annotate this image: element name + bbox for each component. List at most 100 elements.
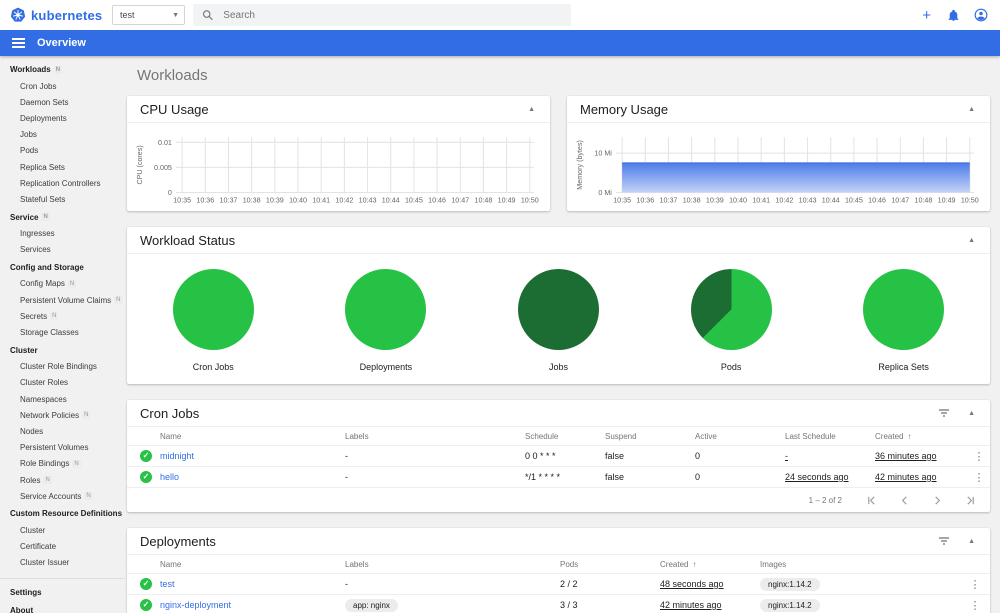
sidebar-item-persistent-volume-claims[interactable]: Persistent Volume Claims N — [0, 292, 125, 308]
last-page-button[interactable] — [965, 495, 976, 506]
sidebar-item-persistent-volumes[interactable]: Persistent Volumes — [0, 440, 125, 456]
svg-text:10:42: 10:42 — [775, 197, 793, 205]
pie-label: Cron Jobs — [192, 362, 234, 372]
column-header-labels: Labels — [345, 431, 369, 441]
sidebar-section-service[interactable]: Service N — [0, 208, 125, 226]
sidebar-item-services[interactable]: Services — [0, 242, 125, 258]
next-page-button[interactable] — [932, 495, 943, 506]
sidebar-item-service-accounts[interactable]: Service Accounts N — [0, 488, 125, 504]
filter-button[interactable] — [936, 533, 952, 549]
column-header-name[interactable]: Name — [160, 432, 345, 441]
sidebar-item-nodes[interactable]: Nodes — [0, 423, 125, 439]
sidebar-item-certificate[interactable]: Certificate — [0, 539, 125, 555]
search-input[interactable] — [223, 9, 562, 21]
sidebar-item-cluster-role-bindings[interactable]: Cluster Role Bindings — [0, 359, 125, 375]
column-header-suspend: Suspend — [605, 431, 637, 441]
sidebar-item-pods[interactable]: Pods — [0, 143, 125, 159]
svg-text:10:46: 10:46 — [428, 197, 446, 205]
schedule-cell: 0 0 * * * — [525, 451, 556, 461]
kubernetes-logo[interactable]: kubernetes — [0, 7, 112, 23]
sidebar-section-cluster[interactable]: Cluster — [0, 341, 125, 359]
charts-row: CPU Usage ▲ 0 0.005 0.01 10:35 10:36 10:37 10:… — [127, 96, 990, 211]
sidebar-item-role-bindings[interactable]: Role Bindings N — [0, 456, 125, 472]
images-cell: nginx:1.14.2 — [760, 598, 960, 612]
sidebar-item-storage-classes[interactable]: Storage Classes — [0, 324, 125, 340]
filter-button[interactable] — [936, 405, 952, 421]
namespace-select[interactable]: test ▼ — [112, 5, 185, 25]
sidebar-item-cluster-issuer[interactable]: Cluster Issuer — [0, 555, 125, 571]
search-icon — [202, 10, 213, 21]
card-title: CPU Usage — [140, 101, 209, 117]
active-cell: 0 — [695, 451, 701, 461]
svg-text:10:37: 10:37 — [660, 197, 678, 205]
row-menu-button[interactable]: ⋮ — [966, 579, 985, 591]
cpu-usage-card: CPU Usage ▲ 0 0.005 0.01 10:35 10:36 10:37 10:… — [127, 96, 550, 211]
collapse-button[interactable]: ▲ — [966, 235, 977, 246]
svg-text:10:40: 10:40 — [289, 197, 307, 205]
sidebar-item-jobs[interactable]: Jobs — [0, 127, 125, 143]
collapse-button[interactable]: ▲ — [526, 104, 537, 115]
topbar-actions: + — [920, 8, 1000, 23]
sidebar-section-workloads[interactable]: Workloads N — [0, 60, 125, 78]
first-page-icon — [868, 495, 875, 505]
svg-text:10 Mi: 10 Mi — [594, 150, 612, 158]
row-menu-button[interactable]: ⋮ — [970, 472, 989, 484]
chip: nginx:1.14.2 — [760, 598, 820, 612]
svg-text:10:49: 10:49 — [498, 197, 516, 205]
column-header-images: Images — [760, 559, 787, 569]
notifications-button[interactable] — [947, 9, 960, 22]
created-cell: 42 minutes ago — [875, 472, 968, 482]
sidebar-section-custom-resource-definitions[interactable]: Custom Resource Definitions — [0, 504, 125, 522]
row-menu-button[interactable]: ⋮ — [966, 600, 985, 612]
sidebar-item-cron-jobs[interactable]: Cron Jobs — [0, 78, 125, 94]
cron-jobs-card: Cron Jobs ▲ Name Labels Schedule Suspend Act… — [127, 400, 990, 512]
card-title: Deployments — [140, 533, 216, 549]
deployment-name-link[interactable]: test — [160, 579, 175, 589]
last-schedule-cell: - — [785, 451, 875, 461]
deployments-tbody: ✓ test - 2 / 2 48 seconds ago nginx:1.14.2 ⋮ ✓ n… — [127, 574, 990, 613]
svg-text:10:48: 10:48 — [474, 197, 492, 205]
sidebar-item-roles[interactable]: Roles N — [0, 472, 125, 488]
sidebar-item-settings[interactable]: Settings — [0, 583, 125, 601]
first-page-button[interactable] — [866, 495, 877, 506]
row-menu-button[interactable]: ⋮ — [970, 451, 989, 463]
actions-cell: ⋮ — [968, 450, 990, 463]
create-resource-button[interactable]: + — [920, 8, 933, 23]
search-bar[interactable] — [193, 4, 571, 26]
menu-button[interactable] — [12, 36, 25, 50]
sidebar-item-secrets[interactable]: Secrets N — [0, 308, 125, 324]
sidebar-item-ingresses[interactable]: Ingresses — [0, 226, 125, 242]
last-schedule-cell-value: - — [785, 451, 788, 461]
last-schedule-cell-value: 24 seconds ago — [785, 472, 849, 482]
sidebar-item-deployments[interactable]: Deployments — [0, 110, 125, 126]
column-header-created[interactable]: Created ↑ — [875, 432, 968, 441]
sidebar-section-config-and-storage[interactable]: Config and Storage — [0, 258, 125, 276]
collapse-button[interactable]: ▲ — [966, 104, 977, 115]
sidebar-item-network-policies[interactable]: Network Policies N — [0, 407, 125, 423]
column-header-last-schedule: Last Schedule — [785, 431, 836, 441]
column-header-name[interactable]: Name — [160, 560, 345, 569]
table-row: ✓ nginx-deployment app: nginx 3 / 3 42 minut… — [127, 595, 990, 613]
bell-icon — [948, 9, 959, 21]
sidebar-item-cluster-roles[interactable]: Cluster Roles — [0, 375, 125, 391]
account-button[interactable] — [974, 8, 988, 22]
sidebar-item-cluster[interactable]: Cluster — [0, 522, 125, 538]
svg-text:10:50: 10:50 — [961, 197, 979, 205]
previous-page-button[interactable] — [899, 495, 910, 506]
sidebar-item-replication-controllers[interactable]: Replication Controllers — [0, 175, 125, 191]
sidebar-item-daemon-sets[interactable]: Daemon Sets — [0, 94, 125, 110]
sidebar-item-namespaces[interactable]: Namespaces — [0, 391, 125, 407]
sidebar-item-replica-sets[interactable]: Replica Sets — [0, 159, 125, 175]
cronjob-name-link[interactable]: hello — [160, 472, 179, 482]
collapse-button[interactable]: ▲ — [966, 536, 977, 547]
deployment-name-link[interactable]: nginx-deployment — [160, 600, 231, 610]
sidebar-item-config-maps[interactable]: Config Maps N — [0, 276, 125, 292]
svg-text:10:39: 10:39 — [706, 197, 724, 205]
workload-pie-cron-jobs: Cron Jobs — [172, 269, 254, 372]
sidebar-item-about[interactable]: About — [0, 601, 125, 613]
svg-text:10:44: 10:44 — [822, 197, 840, 205]
collapse-button[interactable]: ▲ — [966, 408, 977, 419]
column-header-created[interactable]: Created ↑ — [660, 560, 760, 569]
cronjob-name-link[interactable]: midnight — [160, 451, 194, 461]
sidebar-item-stateful-sets[interactable]: Stateful Sets — [0, 191, 125, 207]
